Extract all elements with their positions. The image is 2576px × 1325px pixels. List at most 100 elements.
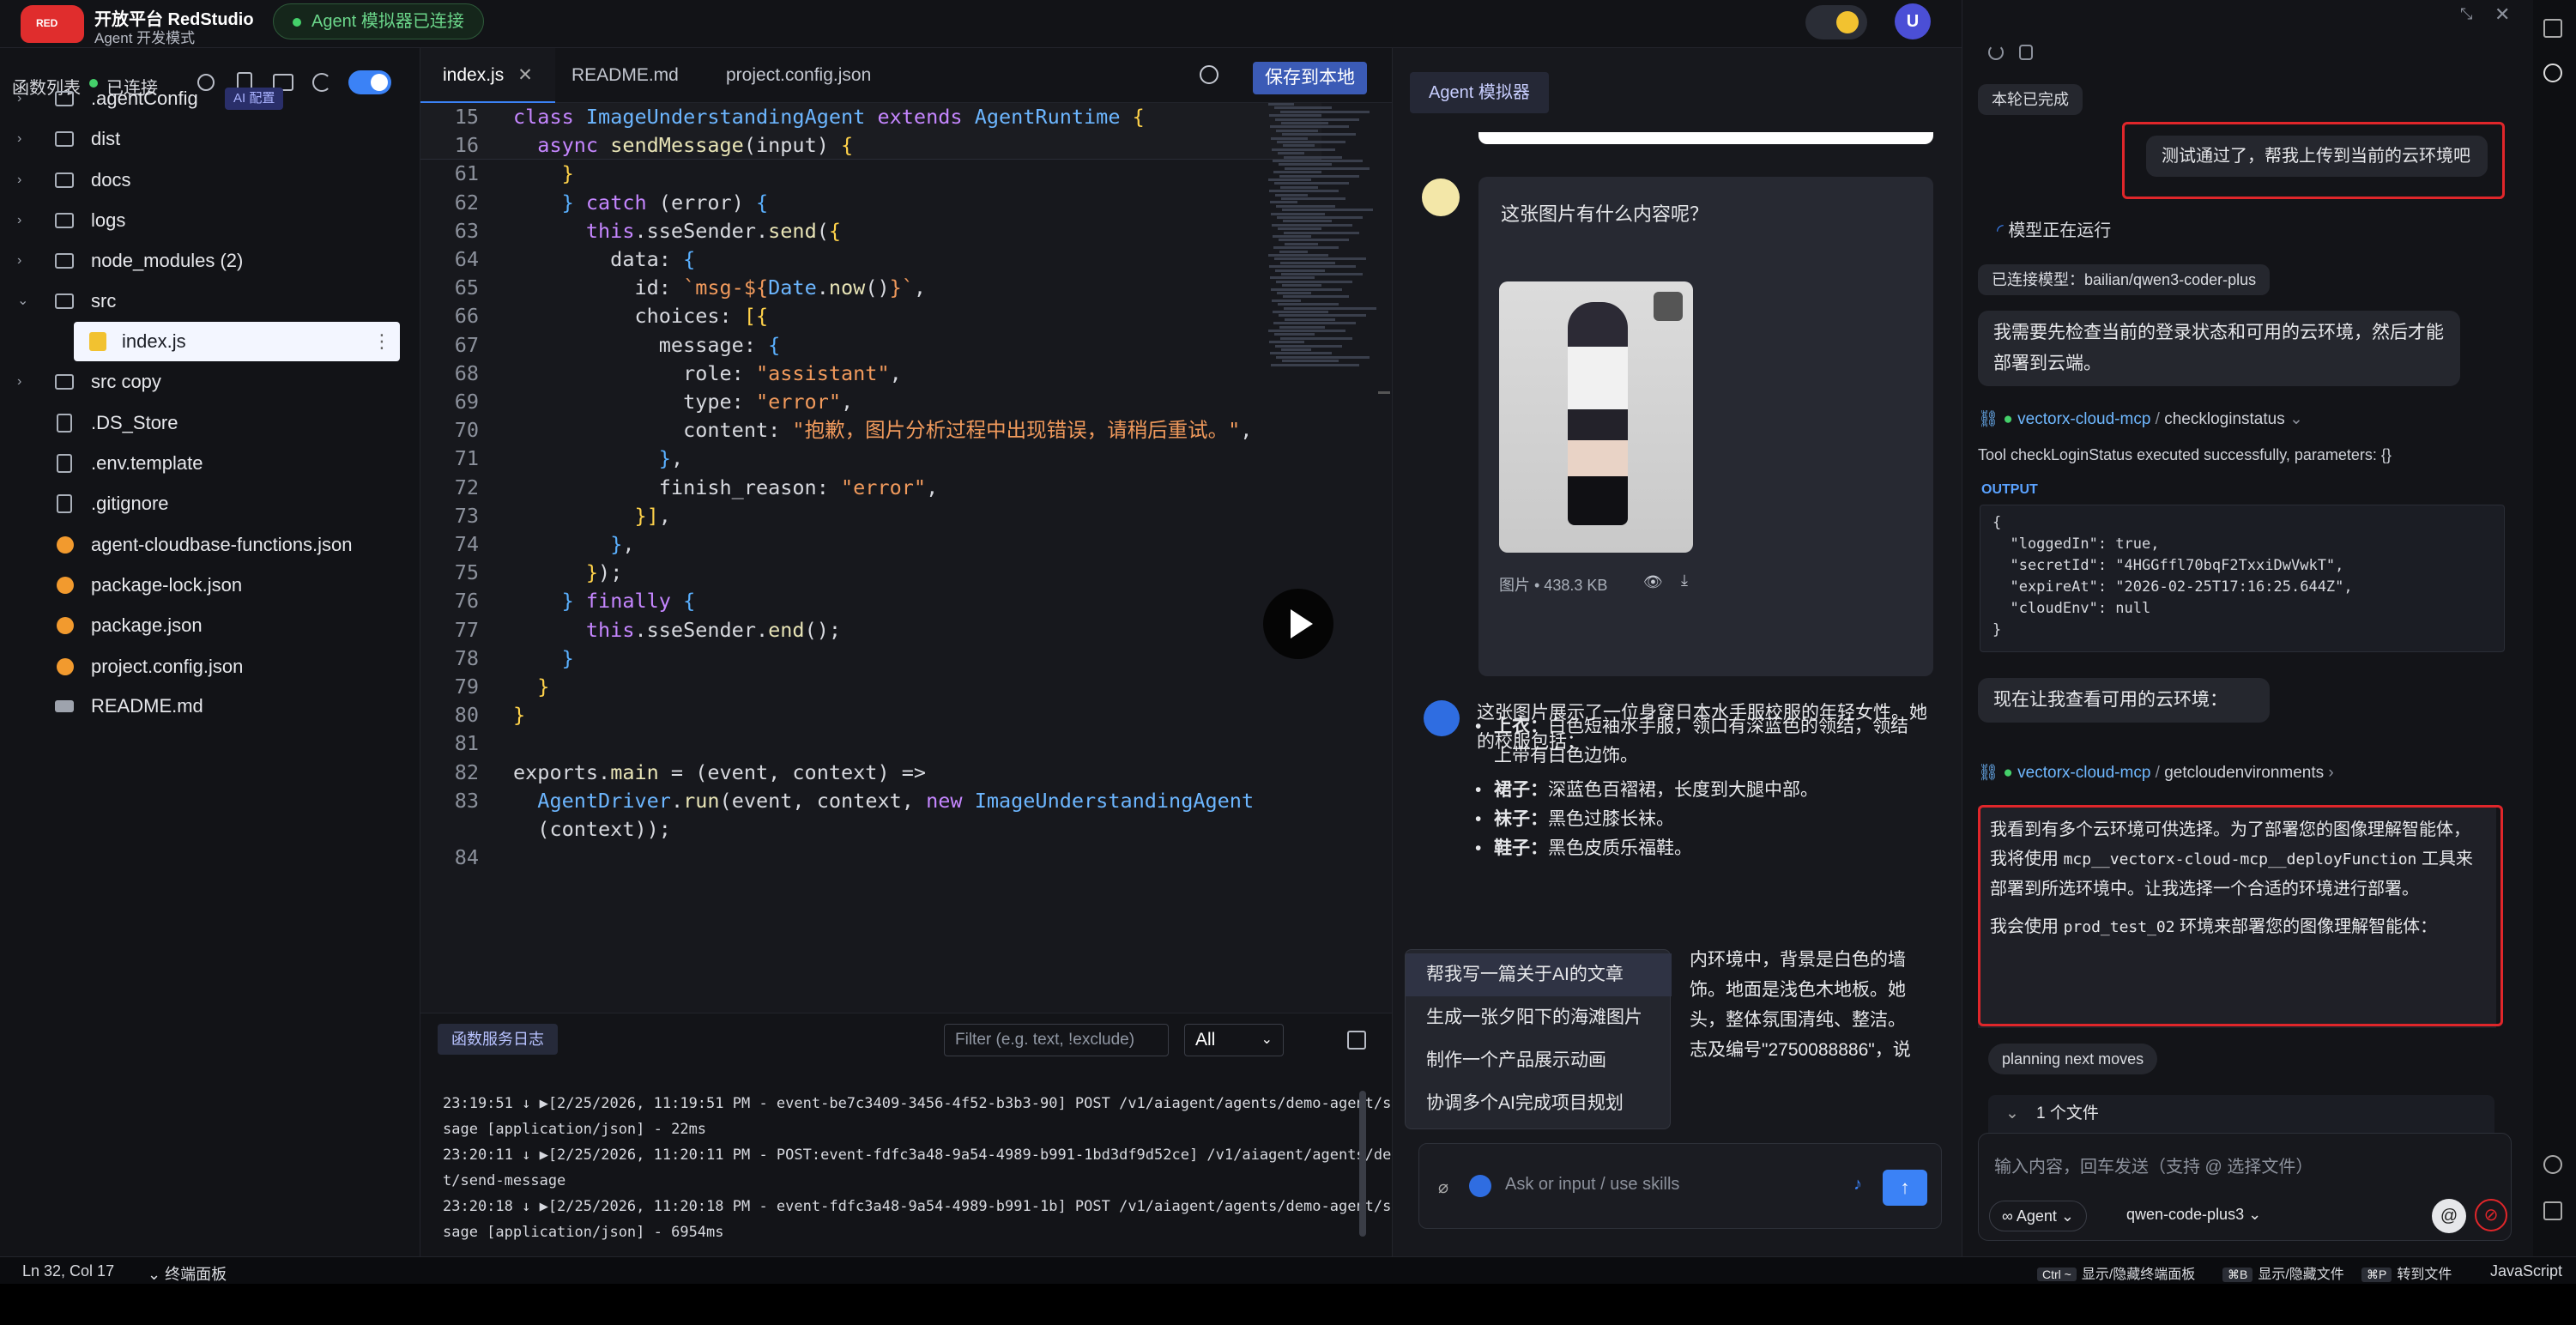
- copy-icon[interactable]: [2019, 45, 2033, 60]
- files-accordion[interactable]: ⌄ 1 个文件: [1988, 1095, 2494, 1133]
- chat-input[interactable]: 输入内容，回车发送（支持 @ 选择文件） ∞ Agent ⌄ qwen-code…: [1978, 1133, 2512, 1241]
- code-line[interactable]: AgentDriver.run(event, context, new Imag…: [513, 787, 1254, 815]
- terminal-toggle[interactable]: ⌄ 终端面板: [148, 1262, 227, 1285]
- uploaded-image[interactable]: [1499, 281, 1693, 553]
- file-icon: [57, 414, 72, 433]
- gear-icon[interactable]: [2543, 1155, 2562, 1174]
- file-tree-item[interactable]: package.json: [0, 606, 420, 645]
- status-dot-icon: ●: [2003, 764, 2018, 782]
- tool-call-row[interactable]: ⛓ ● vectorx-cloud-mcp / getcloudenvironm…: [1978, 762, 2334, 783]
- minimap-line: [1281, 197, 1345, 200]
- highlight-box: [2122, 122, 2505, 199]
- clear-logs-icon[interactable]: [1347, 1031, 1366, 1050]
- code-line[interactable]: data: {: [513, 245, 695, 274]
- suggestion-item[interactable]: 制作一个产品展示动画: [1406, 1039, 1672, 1082]
- code-line[interactable]: message: {: [513, 331, 781, 360]
- code-line[interactable]: id: `msg-${Date.now()}`,: [513, 274, 926, 302]
- mention-button[interactable]: @: [2432, 1199, 2466, 1233]
- more-icon[interactable]: ⋮: [372, 322, 391, 361]
- model-select[interactable]: qwen-code-plus3 ⌄: [2126, 1206, 2261, 1224]
- code-line[interactable]: class ImageUnderstandingAgent extends Ag…: [513, 103, 1145, 131]
- code-line[interactable]: } finally {: [513, 587, 696, 615]
- scrollbar[interactable]: [1378, 391, 1390, 394]
- code-line[interactable]: }: [513, 644, 574, 673]
- bug-icon[interactable]: [2543, 64, 2562, 82]
- play-button[interactable]: [1263, 589, 1333, 659]
- agent-mode-select[interactable]: ∞ Agent ⌄: [1989, 1201, 2087, 1231]
- code-line[interactable]: (context));: [513, 815, 671, 844]
- code-line[interactable]: },: [513, 530, 634, 559]
- file-tree-item[interactable]: .gitignore: [0, 484, 420, 523]
- code-line[interactable]: });: [513, 559, 622, 587]
- user-question: 这张图片有什么内容呢？: [1501, 203, 1709, 225]
- logs-tab[interactable]: 函数服务日志: [438, 1024, 558, 1055]
- file-tree-item[interactable]: package-lock.json: [0, 566, 420, 605]
- mic-icon[interactable]: ♪: [1853, 1175, 1862, 1195]
- log-level-select[interactable]: All ⌄: [1184, 1024, 1284, 1056]
- code-line[interactable]: finish_reason: "error",: [513, 474, 938, 502]
- scrollbar[interactable]: [1359, 1091, 1366, 1237]
- code-line[interactable]: this.sseSender.end();: [513, 616, 841, 644]
- file-tree-item[interactable]: › .agentConfig AI 配置: [0, 79, 420, 118]
- stop-button[interactable]: ⊘: [2475, 1199, 2507, 1231]
- code-line[interactable]: exports.main = (event, context) =>: [513, 759, 926, 787]
- undo-icon[interactable]: [1988, 45, 2004, 60]
- minimap[interactable]: [1268, 103, 1380, 386]
- save-local-button[interactable]: 保存到本地: [1253, 62, 1367, 94]
- send-button[interactable]: ↑: [1883, 1170, 1927, 1206]
- skill-icon[interactable]: [1469, 1175, 1491, 1197]
- file-tree-item[interactable]: agent-cloudbase-functions.json: [0, 525, 420, 565]
- collapse-icon[interactable]: ⤡: [2460, 5, 2472, 23]
- file-tree-item[interactable]: .env.template: [0, 444, 420, 483]
- tab-agent-simulator[interactable]: Agent 模拟器: [1410, 72, 1549, 113]
- code-area[interactable]: 15 class ImageUnderstandingAgent extends …: [420, 103, 1321, 1047]
- theme-toggle[interactable]: [1805, 5, 1867, 39]
- close-icon[interactable]: ✕: [2494, 3, 2510, 26]
- user-avatar[interactable]: U: [1895, 3, 1931, 39]
- grid-icon[interactable]: [2543, 1201, 2562, 1220]
- tool-call-row[interactable]: ⛓ ● vectorx-cloud-mcp / checkloginstatus…: [1978, 408, 2303, 429]
- file-tree-item[interactable]: › logs: [0, 201, 420, 240]
- log-line: 23:19:51 ↓ ▶[2/25/2026, 11:19:51 PM - ev…: [443, 1095, 1454, 1112]
- suggestion-item[interactable]: 帮我写一篇关于AI的文章: [1406, 953, 1672, 996]
- code-line[interactable]: this.sseSender.send({: [513, 217, 841, 245]
- chat-toggle-icon[interactable]: [2543, 19, 2562, 38]
- tab-readme[interactable]: README.md: [549, 48, 701, 103]
- suggestion-item[interactable]: 生成一张夕阳下的海滩图片: [1406, 996, 1672, 1039]
- file-tree-item[interactable]: ⌄ src: [0, 281, 420, 321]
- eye-icon[interactable]: [1654, 292, 1683, 321]
- code-line[interactable]: type: "error",: [513, 388, 853, 416]
- code-line[interactable]: }: [513, 160, 574, 188]
- file-tree-item[interactable]: › node_modules (2): [0, 241, 420, 281]
- code-line[interactable]: role: "assistant",: [513, 360, 902, 388]
- code-line[interactable]: content: "抱歉，图片分析过程中出现错误，请稍后重试。",: [513, 416, 1252, 445]
- code-line[interactable]: choices: [{: [513, 302, 768, 330]
- code-line[interactable]: }: [513, 701, 525, 729]
- tab-project-config[interactable]: project.config.json: [704, 48, 893, 103]
- file-tree-item[interactable]: › dist: [0, 119, 420, 159]
- download-icon[interactable]: ⤓: [1681, 572, 1688, 590]
- close-icon[interactable]: ✕: [517, 65, 533, 85]
- minimap-line: [1273, 160, 1363, 162]
- suggestion-item[interactable]: 协调多个AI完成项目规划: [1406, 1082, 1672, 1125]
- file-tree-item[interactable]: › docs: [0, 160, 420, 200]
- file-tree-item[interactable]: project.config.json: [0, 647, 420, 687]
- code-line[interactable]: } catch (error) {: [513, 189, 769, 217]
- code-line[interactable]: }],: [513, 502, 670, 530]
- file-tree-item[interactable]: index.js ⋮: [74, 322, 400, 361]
- preview-icon[interactable]: 👁: [1643, 573, 1663, 591]
- simulator-input[interactable]: ⌀ Ask or input / use skills ♪ ↑: [1418, 1143, 1942, 1229]
- language-mode[interactable]: JavaScript: [2490, 1262, 2562, 1280]
- previous-message-edge: [1478, 132, 1933, 144]
- search-icon[interactable]: [1200, 65, 1218, 84]
- file-tree-item[interactable]: README.md: [0, 687, 420, 726]
- code-line[interactable]: }: [513, 673, 549, 701]
- file-tree-item[interactable]: .DS_Store: [0, 403, 420, 443]
- attach-icon[interactable]: ⌀: [1438, 1177, 1448, 1198]
- code-line[interactable]: async sendMessage(input) {: [513, 131, 853, 160]
- code-line[interactable]: },: [513, 445, 683, 473]
- minimap-line: [1275, 269, 1325, 272]
- logs-filter-input[interactable]: Filter (e.g. text, !exclude): [944, 1024, 1169, 1056]
- file-tree-item[interactable]: › src copy: [0, 362, 420, 402]
- tab-index-js[interactable]: index.js ✕: [420, 48, 555, 103]
